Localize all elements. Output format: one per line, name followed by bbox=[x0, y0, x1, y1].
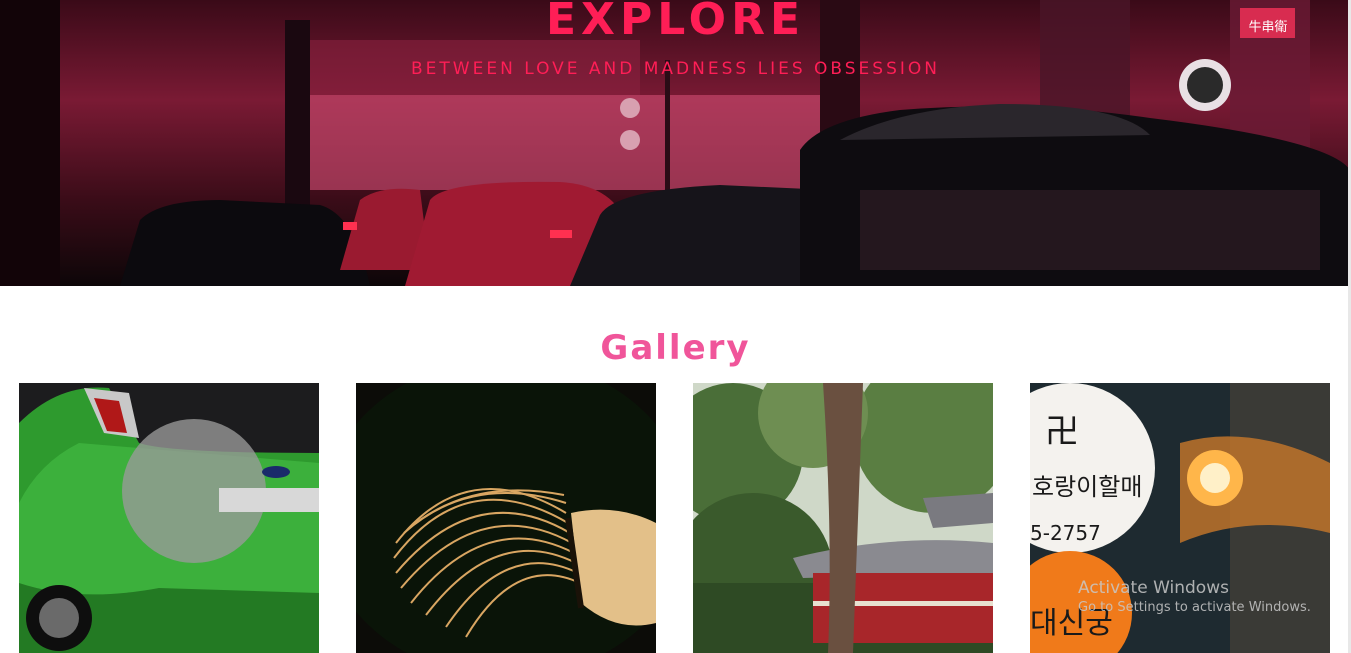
gallery-item-korean-street[interactable]: 卍 호랑이할매 5-2757 대신궁 bbox=[1030, 383, 1330, 653]
hero-title: EXPLORE bbox=[545, 0, 806, 45]
sign-name: 호랑이할매 bbox=[1032, 473, 1142, 501]
hero-subtitle: BETWEEN LOVE AND MADNESS LIES OBSESSION bbox=[411, 59, 940, 79]
hero-banner: 牛串衛 EXPLORE BETWEEN LOVE AND MADNESS LIE… bbox=[0, 0, 1351, 286]
sign-phone: 5-2757 bbox=[1030, 521, 1101, 545]
gallery-item-temple[interactable] bbox=[693, 383, 993, 653]
korean-street-photo: 卍 호랑이할매 5-2757 대신궁 bbox=[1030, 383, 1330, 653]
matcha-whisk-photo bbox=[356, 383, 656, 653]
green-car-photo bbox=[19, 383, 319, 653]
sign-symbol: 卍 bbox=[1045, 412, 1079, 452]
gallery-title: Gallery bbox=[600, 328, 751, 368]
gallery-item-matcha-whisk[interactable] bbox=[356, 383, 656, 653]
gallery-item-green-car[interactable] bbox=[19, 383, 319, 653]
temple-photo bbox=[693, 383, 993, 653]
sign-bottom: 대신궁 bbox=[1030, 606, 1113, 641]
